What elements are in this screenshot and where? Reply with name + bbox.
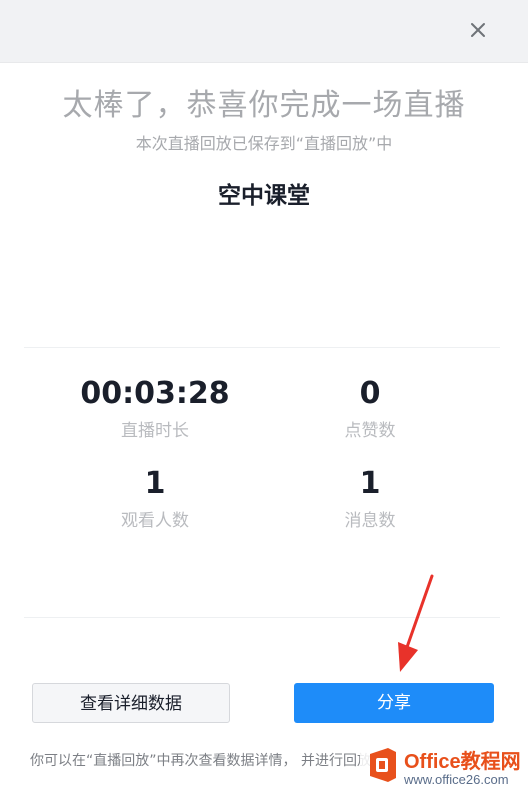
dialog-titlebar <box>0 0 528 63</box>
office-logo-icon <box>370 748 396 782</box>
watermark: Office教程网 www.office26.com <box>360 742 528 795</box>
stat-value: 1 <box>144 466 166 501</box>
stat-viewers: 1 观看人数 <box>45 466 265 531</box>
stat-likes: 0 点赞数 <box>260 376 480 441</box>
watermark-title: Office教程网 <box>404 751 521 773</box>
stat-label: 观看人数 <box>121 511 189 531</box>
view-details-button[interactable]: 查看详细数据 <box>32 683 230 723</box>
annotation-arrow-icon <box>398 574 434 672</box>
stat-live-duration: 00:03:28 直播时长 <box>45 376 265 441</box>
live-summary-dialog: 太棒了，恭喜你完成一场直播 本次直播回放已保存到“直播回放”中 空中课堂 00:… <box>0 0 528 795</box>
stat-value: 00:03:28 <box>80 376 230 411</box>
stats-divider-bottom <box>24 617 500 618</box>
stat-label: 消息数 <box>344 511 396 531</box>
stats-divider-top <box>24 347 500 348</box>
stat-value: 1 <box>359 466 381 501</box>
stat-value: 0 <box>359 376 381 411</box>
stat-label: 直播时长 <box>121 421 189 441</box>
share-button[interactable]: 分享 <box>294 683 494 723</box>
watermark-url: www.office26.com <box>404 772 509 787</box>
course-title: 空中课堂 <box>218 183 310 209</box>
replay-saved-note: 本次直播回放已保存到“直播回放”中 <box>135 134 393 153</box>
stat-messages: 1 消息数 <box>260 466 480 531</box>
congrats-headline: 太棒了，恭喜你完成一场直播 <box>62 88 466 123</box>
close-icon[interactable] <box>466 18 490 42</box>
stat-label: 点赞数 <box>344 421 396 441</box>
